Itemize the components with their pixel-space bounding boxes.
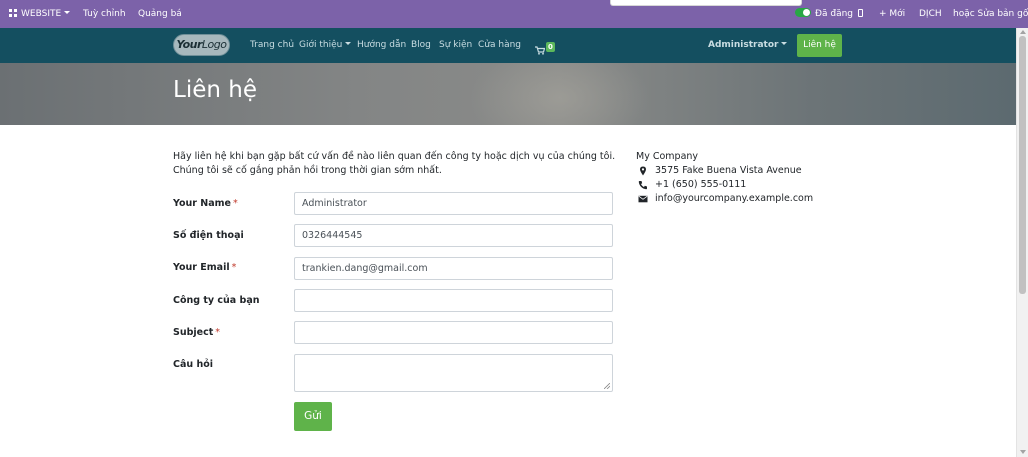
- intro-line-1: Hãy liên hệ khi bạn gặp bất cứ vấn đề nà…: [173, 151, 616, 162]
- page-header-banner: Liên hệ: [0, 63, 1016, 125]
- phone-field[interactable]: 0326444545: [294, 224, 613, 247]
- company-address-row: 3575 Fake Buena Vista Avenue: [636, 164, 813, 178]
- scroll-down-arrow-icon[interactable]: [1020, 450, 1026, 454]
- nav-link-home[interactable]: Trang chủ: [250, 28, 294, 63]
- user-menu[interactable]: Administrator: [708, 28, 788, 63]
- phone-label: Số điện thoại: [173, 230, 244, 241]
- company-phone: +1 (650) 555-0111: [655, 179, 747, 190]
- map-marker-icon: [640, 166, 646, 176]
- nav-link-shop[interactable]: Cửa hàng: [478, 28, 521, 63]
- logo-text-logo: Logo: [201, 38, 227, 51]
- toggle-switch-icon: [795, 8, 811, 17]
- nav-link-guide[interactable]: Hướng dẫn: [357, 28, 406, 63]
- cart-icon: [535, 46, 546, 55]
- contact-us-button[interactable]: Liên hệ: [797, 34, 842, 57]
- mobile-preview-button[interactable]: [858, 0, 863, 28]
- resize-grip-icon[interactable]: [604, 383, 610, 389]
- company-address: 3575 Fake Buena Vista Avenue: [655, 165, 802, 176]
- mobile-phone-icon: [858, 9, 863, 17]
- chevron-down-icon: [345, 42, 352, 45]
- intro-line-2: Chúng tôi sẽ cố gắng phản hồi trong thời…: [173, 165, 442, 176]
- nav-link-events[interactable]: Sự kiện: [439, 28, 472, 63]
- website-menu[interactable]: WEBSITE: [9, 0, 71, 28]
- subject-label: Subject *: [173, 327, 220, 338]
- site-logo[interactable]: YourLogo: [173, 34, 230, 56]
- new-button[interactable]: + Mới: [879, 0, 905, 28]
- translate-button[interactable]: DỊCH: [919, 0, 942, 28]
- required-mark: *: [215, 327, 221, 338]
- customize-menu[interactable]: Tuỳ chỉnh: [83, 0, 126, 28]
- user-menu-label: Administrator: [708, 40, 779, 50]
- required-mark: *: [233, 198, 238, 209]
- submit-button[interactable]: Gửi: [294, 402, 332, 431]
- promote-menu[interactable]: Quảng bá: [138, 0, 182, 28]
- email-label: Your Email *: [173, 262, 236, 273]
- grid-icon: [9, 9, 17, 17]
- subject-label-text: Subject: [173, 327, 214, 338]
- nav-link-blog[interactable]: Blog: [411, 28, 431, 63]
- subject-field[interactable]: [294, 321, 613, 344]
- company-info: My Company 3575 Fake Buena Vista Avenue …: [636, 150, 813, 206]
- cart-count-badge: 0: [546, 42, 555, 52]
- scrollbar-thumb[interactable]: [1019, 36, 1026, 294]
- intro-text: Hãy liên hệ khi bạn gặp bất cứ vấn đề nà…: [173, 150, 615, 178]
- cart-link[interactable]: 0: [535, 39, 555, 58]
- name-field[interactable]: Administrator: [294, 192, 613, 215]
- question-label: Câu hỏi: [173, 359, 213, 370]
- company-label: Công ty của bạn: [173, 295, 260, 306]
- question-textarea[interactable]: [294, 354, 613, 392]
- email-label-text: Your Email: [173, 262, 230, 273]
- scroll-up-arrow-icon[interactable]: [1020, 30, 1026, 34]
- edit-master-button[interactable]: hoặc Sửa bản gốc: [953, 0, 1028, 28]
- logo-text-your: Your: [176, 38, 203, 51]
- banner-background: [470, 63, 650, 125]
- publish-toggle-label: Đã đăng: [815, 9, 853, 19]
- chevron-down-icon: [781, 42, 788, 45]
- phone-icon: [638, 181, 647, 190]
- site-navbar: YourLogo Trang chủ Giới thiệu Hướng dẫn …: [0, 28, 1016, 63]
- required-mark: *: [231, 262, 237, 273]
- nav-link-about-label: Giới thiệu: [299, 40, 343, 50]
- page-title: Liên hệ: [173, 77, 257, 103]
- company-email-row: info@yourcompany.example.com: [636, 192, 813, 206]
- chevron-down-icon: [64, 11, 71, 14]
- email-field[interactable]: trankien.dang@gmail.com: [294, 257, 613, 280]
- name-label: Your Name *: [173, 198, 238, 209]
- vertical-scrollbar[interactable]: [1016, 28, 1028, 457]
- admin-bar: WEBSITE Tuỳ chỉnh Quảng bá Đã đăng + Mới…: [0, 0, 1028, 28]
- company-name: My Company: [636, 151, 699, 162]
- name-label-text: Your Name: [173, 198, 231, 209]
- website-menu-label: WEBSITE: [21, 9, 62, 19]
- company-field[interactable]: [294, 289, 613, 312]
- company-email[interactable]: info@yourcompany.example.com: [655, 193, 813, 204]
- company-phone-row: +1 (650) 555-0111: [636, 178, 813, 192]
- dropdown-popup: [610, 0, 802, 6]
- nav-link-about[interactable]: Giới thiệu: [299, 28, 352, 63]
- envelope-icon: [638, 195, 648, 203]
- publish-toggle[interactable]: Đã đăng: [795, 0, 853, 28]
